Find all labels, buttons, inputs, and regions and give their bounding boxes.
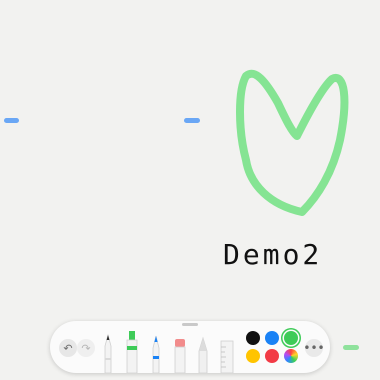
color-swatch-yellow[interactable]	[246, 349, 260, 363]
eraser-tool[interactable]	[173, 337, 187, 373]
color-swatch-blue[interactable]	[265, 331, 279, 345]
undo-icon: ↶	[63, 341, 73, 355]
palette-drag-handle[interactable]	[182, 323, 198, 326]
color-swatch-red[interactable]	[265, 349, 279, 363]
green-marker-mark	[343, 345, 359, 350]
pencil-tool[interactable]	[149, 333, 163, 373]
lasso-tool[interactable]	[196, 335, 210, 373]
redo-icon: ↷	[81, 341, 91, 355]
redo-button[interactable]: ↷	[77, 339, 95, 357]
color-swatch-black[interactable]	[246, 331, 260, 345]
pen-tool[interactable]	[101, 333, 115, 373]
ruler-tool[interactable]	[218, 339, 236, 373]
highlighter-tool[interactable]	[124, 329, 140, 373]
undo-button[interactable]: ↶	[59, 339, 77, 357]
color-swatch-green[interactable]	[284, 331, 298, 345]
blue-marker-mark	[4, 118, 19, 123]
more-icon: •••	[303, 341, 325, 355]
blue-marker-mark	[184, 118, 200, 123]
more-options-button[interactable]: •••	[303, 339, 325, 357]
color-wheel-icon[interactable]	[284, 349, 298, 363]
canvas-text: Demo2	[223, 238, 323, 271]
